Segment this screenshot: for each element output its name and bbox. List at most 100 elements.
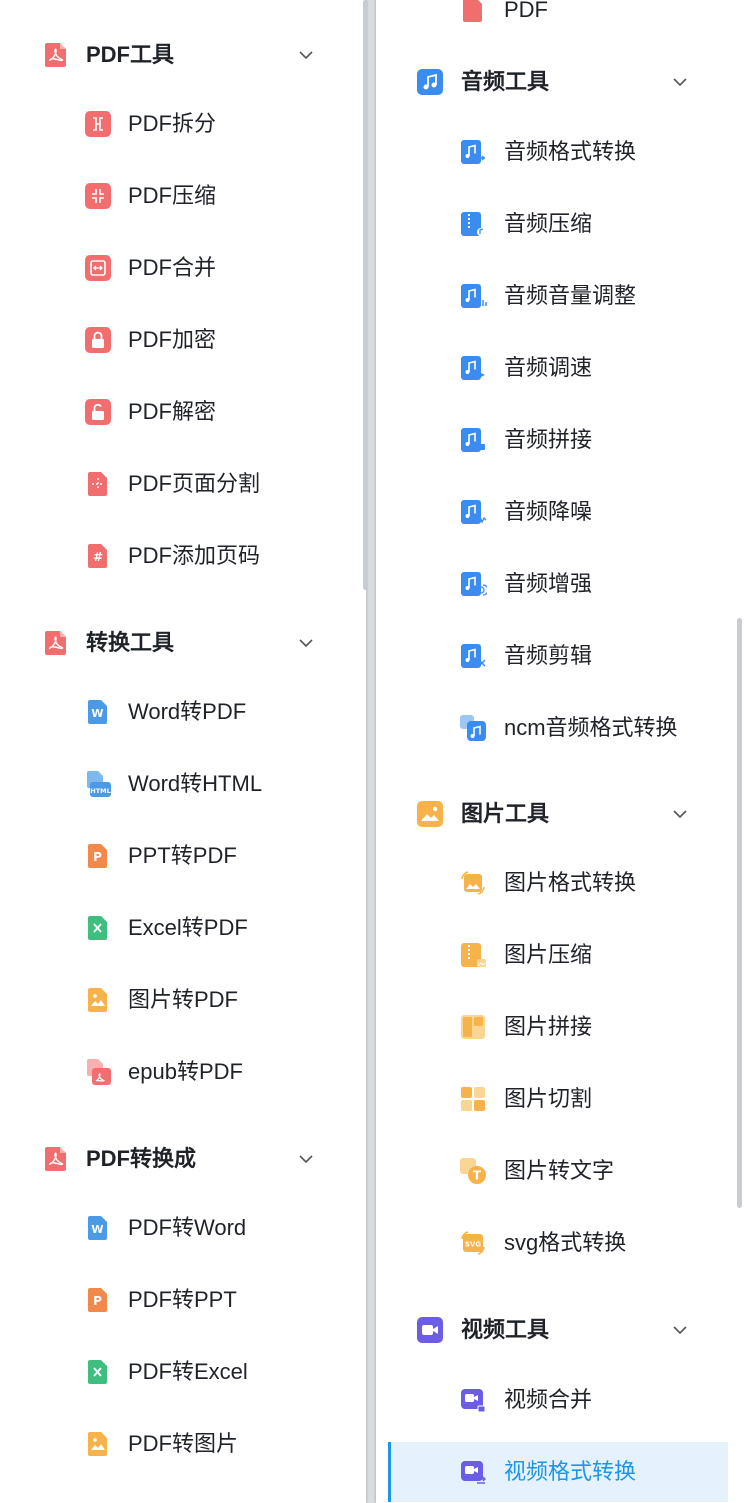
tool-word-to-pdf[interactable]: W Word转PDF bbox=[0, 682, 366, 742]
tool-excel-to-pdf[interactable]: Excel转PDF bbox=[0, 898, 366, 958]
audio-convert-icon bbox=[459, 138, 487, 166]
tool-audio-compress[interactable]: 音频压缩 bbox=[376, 194, 744, 254]
tool-label: 音频音量调整 bbox=[504, 283, 637, 308]
tool-image-join[interactable]: 图片拼接 bbox=[376, 997, 744, 1057]
audio-denoise-icon bbox=[459, 498, 487, 526]
tool-label: 音频调速 bbox=[504, 355, 593, 380]
tool-video-merge[interactable]: 视频合并 bbox=[376, 1370, 744, 1430]
chevron-down-icon[interactable] bbox=[296, 45, 316, 65]
tool-image-to-pdf[interactable]: 图片转PDF bbox=[0, 970, 366, 1030]
pdf-convert-icon bbox=[42, 1145, 70, 1173]
tool-audio-volume[interactable]: 音频音量调整 bbox=[376, 266, 744, 326]
left-scrollbar[interactable] bbox=[363, 0, 368, 590]
pdf-split-icon bbox=[84, 110, 112, 138]
group-pdf-convert-to[interactable]: PDF转换成 bbox=[0, 1131, 366, 1187]
pdf-page-number-icon: # bbox=[84, 542, 112, 570]
tool-label: Word转PDF bbox=[128, 699, 247, 724]
group-title: 视频工具 bbox=[461, 1317, 550, 1342]
tool-pdf-to-ppt[interactable]: P PDF转PPT bbox=[0, 1270, 366, 1330]
tool-label: PPT转PDF bbox=[128, 843, 237, 868]
tool-label: PDF压缩 bbox=[128, 183, 217, 208]
excel-doc-icon bbox=[84, 914, 112, 942]
tool-image-cut[interactable]: 图片切割 bbox=[376, 1069, 744, 1129]
tool-label: 视频合并 bbox=[504, 1387, 593, 1412]
chevron-down-icon[interactable] bbox=[670, 1320, 690, 1340]
tool-label: epub转PDF bbox=[128, 1059, 243, 1084]
tool-audio-enhance[interactable]: 音频增强 bbox=[376, 554, 744, 614]
tool-pdf-to-image[interactable]: PDF转图片 bbox=[0, 1414, 366, 1474]
group-title: PDF转换成 bbox=[86, 1146, 197, 1171]
audio-cut-icon bbox=[459, 642, 487, 670]
chevron-down-icon[interactable] bbox=[670, 804, 690, 824]
tool-image-convert[interactable]: 图片格式转换 bbox=[376, 853, 744, 913]
tool-image-ocr[interactable]: T 图片转文字 bbox=[376, 1141, 744, 1201]
chevron-down-icon[interactable] bbox=[670, 72, 690, 92]
tool-pdf-compress[interactable]: PDF压缩 bbox=[0, 166, 366, 226]
tool-pdf-to-word[interactable]: W PDF转Word bbox=[0, 1198, 366, 1258]
tool-label: PDF bbox=[504, 0, 548, 22]
tool-svg-convert[interactable]: SVG svg格式转换 bbox=[376, 1213, 744, 1273]
group-convert-tools[interactable]: 转换工具 bbox=[0, 615, 366, 671]
tool-cut-off[interactable]: PDF bbox=[376, 0, 744, 40]
tool-pdf-split[interactable]: PDF拆分 bbox=[0, 94, 366, 154]
image-join-icon bbox=[459, 1013, 487, 1041]
tool-label: 图片压缩 bbox=[504, 942, 593, 967]
tool-pdf-merge[interactable]: PDF合并 bbox=[0, 238, 366, 298]
tool-label: 音频格式转换 bbox=[504, 139, 637, 164]
tool-label: ncm音频格式转换 bbox=[504, 715, 678, 740]
chevron-down-icon[interactable] bbox=[296, 1149, 316, 1169]
image-doc-icon bbox=[84, 1430, 112, 1458]
tool-audio-denoise[interactable]: 音频降噪 bbox=[376, 482, 744, 542]
tool-label: PDF解密 bbox=[128, 399, 217, 424]
tool-label: PDF拆分 bbox=[128, 111, 217, 136]
tool-label: PDF转PPT bbox=[128, 1287, 237, 1312]
tool-label: svg格式转换 bbox=[504, 1230, 627, 1255]
svg-text:P: P bbox=[93, 1294, 102, 1308]
tool-label: 音频剪辑 bbox=[504, 643, 593, 668]
svg-text:P: P bbox=[93, 850, 102, 864]
chevron-down-icon[interactable] bbox=[296, 633, 316, 653]
tool-label: 图片转PDF bbox=[128, 987, 239, 1012]
tool-label: 图片拼接 bbox=[504, 1014, 593, 1039]
group-video-tools[interactable]: 视频工具 bbox=[376, 1302, 744, 1358]
tool-pdf-page-number[interactable]: # PDF添加页码 bbox=[0, 526, 366, 586]
svg-text:W: W bbox=[91, 707, 103, 720]
tool-pdf-page-split[interactable]: PDF页面分割 bbox=[0, 454, 366, 514]
group-image-tools[interactable]: 图片工具 bbox=[376, 786, 744, 842]
left-tool-panel: PDF工具 PDF拆分 PDF压缩 PDF合并 PDF加密 PDF解密 PDF页… bbox=[0, 0, 366, 1503]
tool-label: 图片切割 bbox=[504, 1086, 593, 1111]
music-note-icon bbox=[416, 68, 444, 96]
tool-audio-convert[interactable]: 音频格式转换 bbox=[376, 122, 744, 182]
tool-label: Excel转PDF bbox=[128, 915, 248, 940]
tool-pdf-decrypt[interactable]: PDF解密 bbox=[0, 382, 366, 442]
right-scrollbar[interactable] bbox=[737, 618, 742, 1208]
tool-video-convert[interactable]: 视频格式转换 bbox=[388, 1442, 728, 1502]
tool-pdf-encrypt[interactable]: PDF加密 bbox=[0, 310, 366, 370]
group-pdf-tools[interactable]: PDF工具 bbox=[0, 27, 366, 83]
group-title: 音频工具 bbox=[461, 69, 550, 94]
tool-pdf-to-excel[interactable]: PDF转Excel bbox=[0, 1342, 366, 1402]
tool-audio-cut[interactable]: 音频剪辑 bbox=[376, 626, 744, 686]
excel-doc-icon bbox=[84, 1358, 112, 1386]
tool-word-to-html[interactable]: HTML Word转HTML bbox=[0, 754, 366, 814]
ppt-doc-icon: P bbox=[84, 1286, 112, 1314]
image-ocr-icon: T bbox=[459, 1157, 487, 1185]
image-compress-icon bbox=[459, 941, 487, 969]
tool-ppt-to-pdf[interactable]: P PPT转PDF bbox=[0, 826, 366, 886]
tool-audio-speed[interactable]: 音频调速 bbox=[376, 338, 744, 398]
tool-label: 音频拼接 bbox=[504, 427, 593, 452]
group-title: PDF工具 bbox=[86, 42, 175, 67]
tool-epub-to-pdf[interactable]: epub转PDF bbox=[0, 1042, 366, 1102]
tool-label: 视频格式转换 bbox=[504, 1459, 637, 1484]
tool-ncm-convert[interactable]: ncm音频格式转换 bbox=[376, 698, 744, 758]
image-doc-icon bbox=[84, 986, 112, 1014]
tool-label: 图片格式转换 bbox=[504, 870, 637, 895]
tool-image-compress[interactable]: 图片压缩 bbox=[376, 925, 744, 985]
group-audio-tools[interactable]: 音频工具 bbox=[376, 54, 744, 110]
pdf-page-split-icon bbox=[84, 470, 112, 498]
tool-label: 音频增强 bbox=[504, 571, 593, 596]
tool-label: PDF转Word bbox=[128, 1215, 247, 1240]
tool-audio-join[interactable]: 音频拼接 bbox=[376, 410, 744, 470]
word-doc-icon: W bbox=[84, 1214, 112, 1242]
right-tool-panel: PDF 音频工具 音频格式转换 音频压缩 音频音量调整 音频调速 音频拼接 音频… bbox=[376, 0, 744, 1503]
